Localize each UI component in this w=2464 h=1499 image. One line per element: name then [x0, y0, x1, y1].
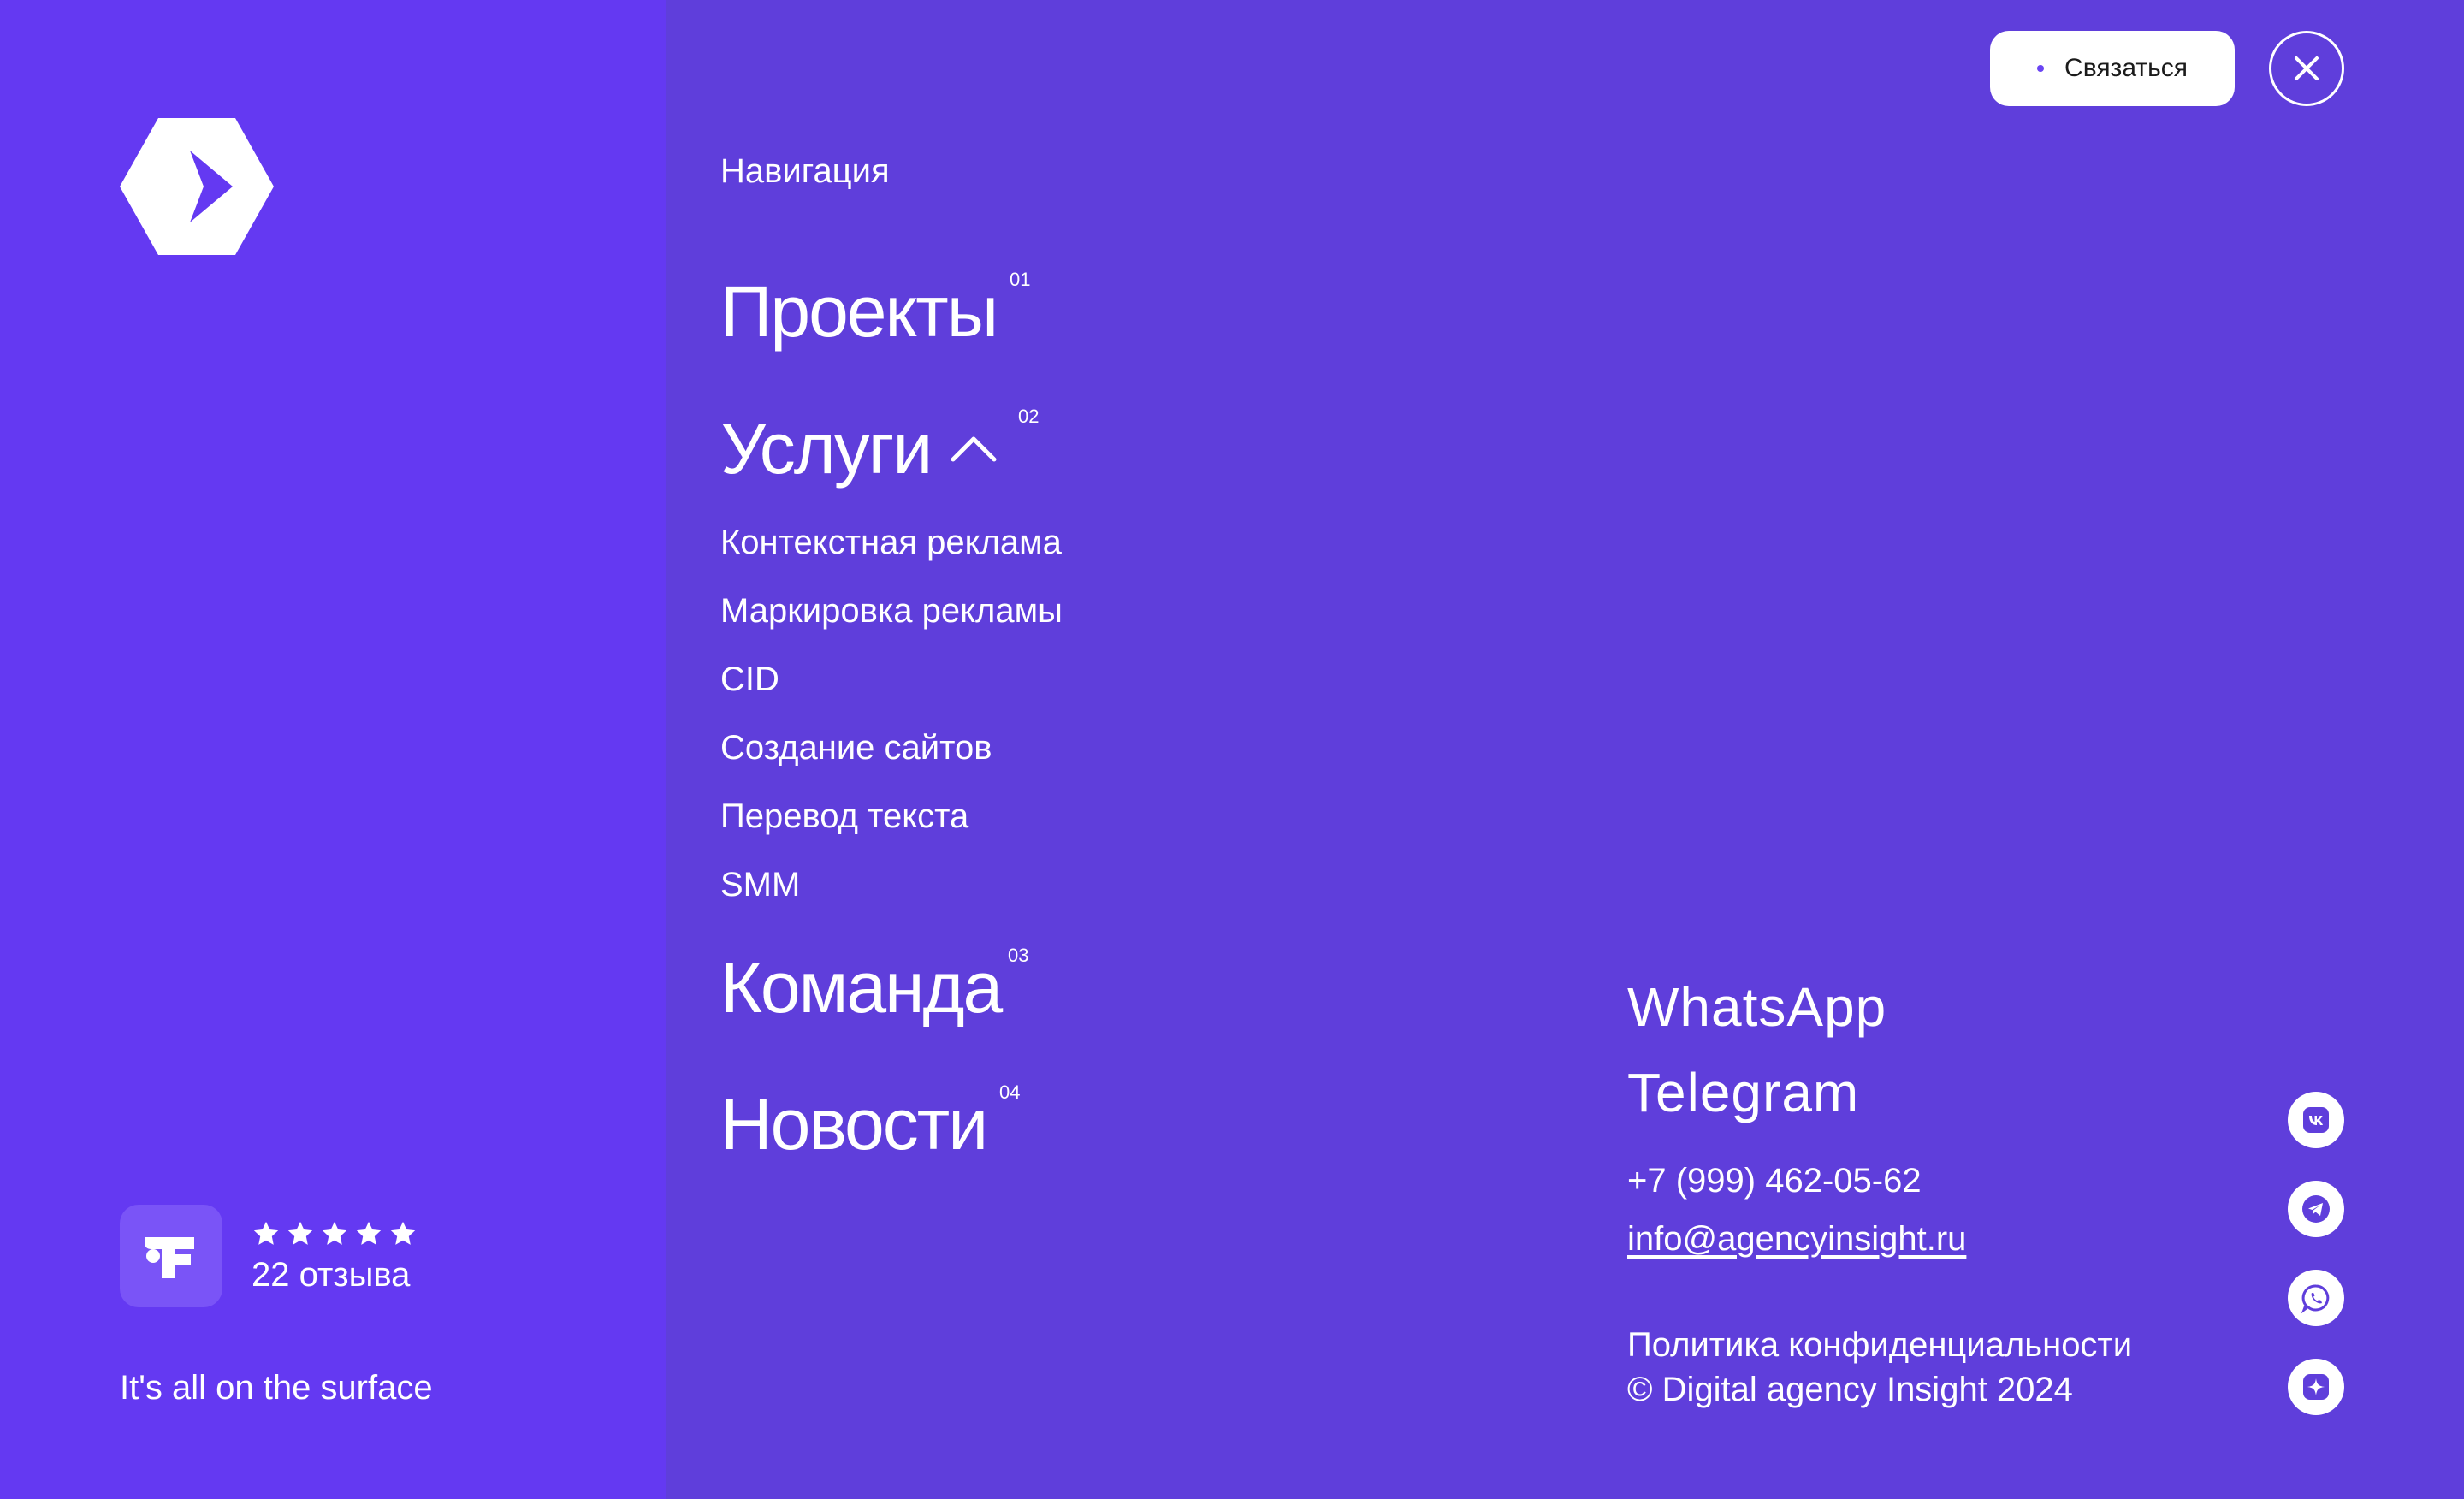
privacy-policy-link[interactable]: Политика конфиденциальности [1627, 1326, 2132, 1365]
whatsapp-button[interactable] [2288, 1270, 2344, 1326]
nav-item-news[interactable]: Новости [720, 1084, 988, 1164]
nav-item-team[interactable]: Команда [720, 947, 1003, 1028]
nav-item-number: 01 [1010, 269, 1031, 290]
chevron-up-icon[interactable] [950, 434, 998, 463]
service-link[interactable]: Перевод текста [720, 797, 968, 836]
close-button[interactable] [2269, 31, 2344, 106]
star-icon [390, 1221, 416, 1245]
contact-button[interactable]: Связаться [1990, 31, 2235, 106]
rating-stars [252, 1218, 418, 1249]
sparkle-button[interactable] [2288, 1359, 2344, 1415]
telegram-icon [2302, 1195, 2330, 1223]
telegram-link[interactable]: Telegram [1627, 1061, 1859, 1124]
nav-item-number: 03 [1008, 945, 1029, 966]
service-link[interactable]: CID [720, 661, 779, 699]
nav-heading: Навигация [720, 152, 890, 190]
nav-item-number: 04 [999, 1081, 1021, 1103]
nav-item-label: Услуги [720, 408, 933, 489]
copyright: © Digital agency Insight 2024 [1627, 1371, 2073, 1408]
service-link[interactable]: Создание сайтов [720, 729, 992, 767]
whatsapp-link[interactable]: WhatsApp [1627, 975, 1886, 1039]
service-link[interactable]: SMM [720, 866, 800, 904]
close-icon [2295, 56, 2319, 80]
sparkle-icon [2303, 1374, 2329, 1400]
email-link[interactable]: info@agencyinsight.ru [1627, 1220, 1966, 1259]
star-icon [356, 1221, 382, 1245]
vk-button[interactable] [2288, 1092, 2344, 1148]
contact-button-label: Связаться [2064, 54, 2188, 82]
nav-item-label: Новости [720, 1084, 988, 1164]
nav-item-services[interactable]: Услуги [720, 412, 998, 484]
review-platform-icon [120, 1205, 222, 1307]
service-link[interactable]: Маркировка рекламы [720, 592, 1063, 631]
reviews-count: 22 отзыва [252, 1255, 411, 1294]
vk-icon [2303, 1107, 2329, 1133]
star-icon [322, 1221, 347, 1245]
star-icon [253, 1221, 279, 1245]
nav-item-projects[interactable]: Проекты [720, 271, 998, 352]
left-panel: 22 отзыва It's all on the surface [0, 0, 666, 1499]
whatsapp-icon [2301, 1284, 2330, 1313]
tagline: It's all on the surface [120, 1369, 433, 1407]
star-icon [287, 1221, 313, 1245]
hexagon-arrow-logo-icon[interactable] [120, 118, 274, 255]
rating-block[interactable]: 22 отзыва [120, 1205, 418, 1307]
phone-link[interactable]: +7 (999) 462-05-62 [1627, 1162, 1922, 1200]
telegram-button[interactable] [2288, 1181, 2344, 1237]
dot-icon [2037, 65, 2045, 72]
nav-item-label: Команда [720, 947, 1003, 1028]
nav-item-label: Проекты [720, 271, 998, 352]
service-link[interactable]: Контекстная реклама [720, 524, 1062, 562]
nav-item-number: 02 [1018, 406, 1040, 427]
